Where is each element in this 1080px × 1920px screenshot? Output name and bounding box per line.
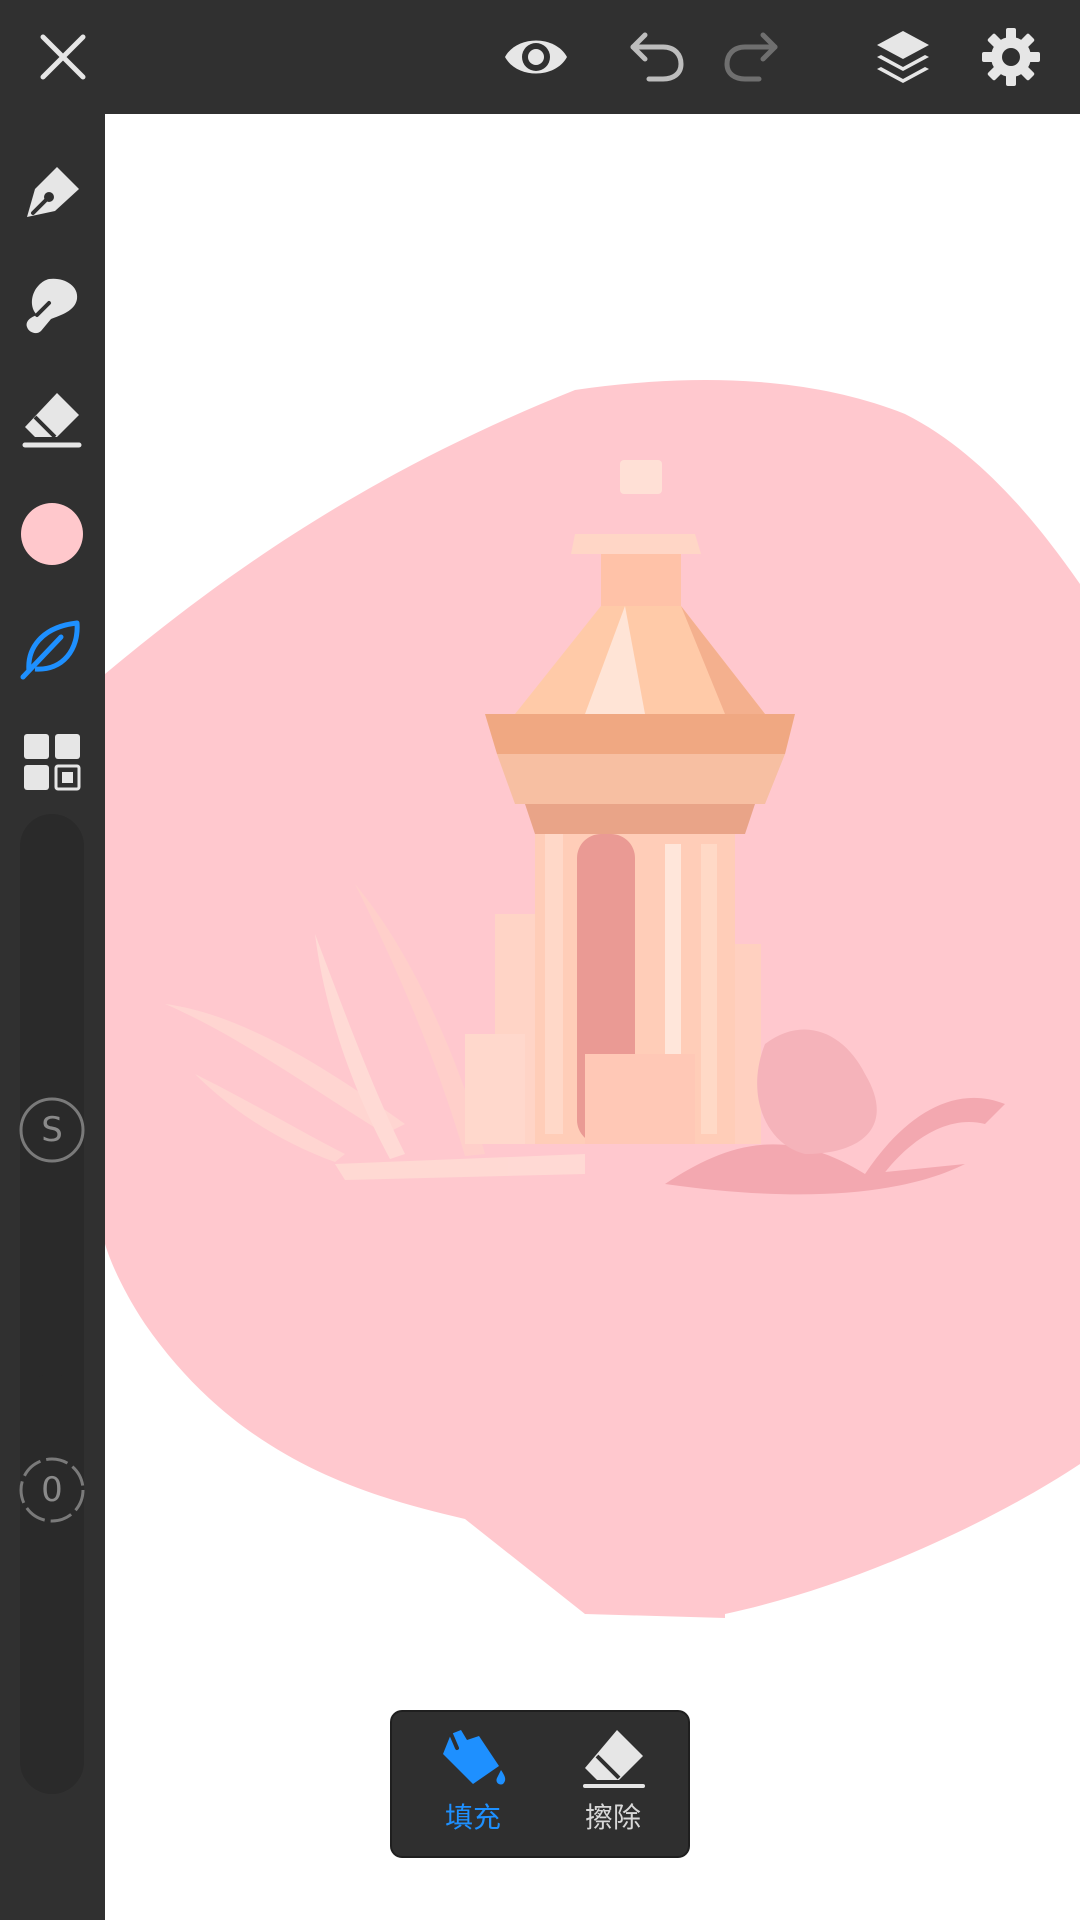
color-swatch: [21, 503, 83, 565]
redo-button[interactable]: [716, 20, 790, 94]
erase-button[interactable]: 擦除: [548, 1726, 678, 1846]
leaf-brush-icon: [20, 620, 80, 680]
canvas-artwork: [105, 380, 1080, 1619]
preview-button[interactable]: [499, 20, 573, 94]
undo-button[interactable]: [618, 20, 692, 94]
tool-sidebar: S 0: [0, 114, 105, 1920]
close-button[interactable]: [26, 20, 100, 94]
opacity-slider[interactable]: [20, 1374, 84, 1794]
fill-button[interactable]: 填充: [408, 1726, 538, 1846]
layers-icon: [877, 31, 929, 83]
brush-size-label: S: [41, 1110, 63, 1150]
pen-icon: [27, 167, 79, 217]
smudge-icon: [26, 278, 78, 334]
eye-icon: [505, 40, 567, 74]
smudge-tool-button[interactable]: [14, 268, 90, 344]
close-icon: [40, 34, 86, 80]
opacity-knob[interactable]: 0: [18, 1456, 86, 1524]
grid-tool-button[interactable]: [14, 724, 90, 800]
settings-button[interactable]: [974, 20, 1048, 94]
leaf-brush-button[interactable]: [14, 610, 90, 686]
drawing-app: S 0 填充 擦除: [0, 0, 1080, 1920]
fill-mode-panel: 填充 擦除: [390, 1710, 690, 1858]
brush-size-knob[interactable]: S: [18, 1096, 86, 1164]
drawing-canvas[interactable]: [105, 114, 1080, 1920]
eraser-tool-button[interactable]: [14, 382, 90, 458]
pen-tool-button[interactable]: [14, 154, 90, 230]
top-toolbar: [0, 0, 1080, 114]
layers-button[interactable]: [866, 20, 940, 94]
fill-label: 填充: [444, 1801, 501, 1834]
grid-icon: [24, 734, 81, 791]
opacity-label: 0: [41, 1470, 63, 1510]
gear-icon: [982, 28, 1040, 86]
paint-bucket-icon: [443, 1730, 506, 1785]
erase-label: 擦除: [584, 1801, 641, 1834]
color-swatch-button[interactable]: [14, 496, 90, 572]
eraser-icon: [22, 393, 82, 448]
redo-icon: [724, 32, 778, 82]
eraser-icon: [583, 1730, 645, 1788]
undo-icon: [630, 32, 684, 82]
